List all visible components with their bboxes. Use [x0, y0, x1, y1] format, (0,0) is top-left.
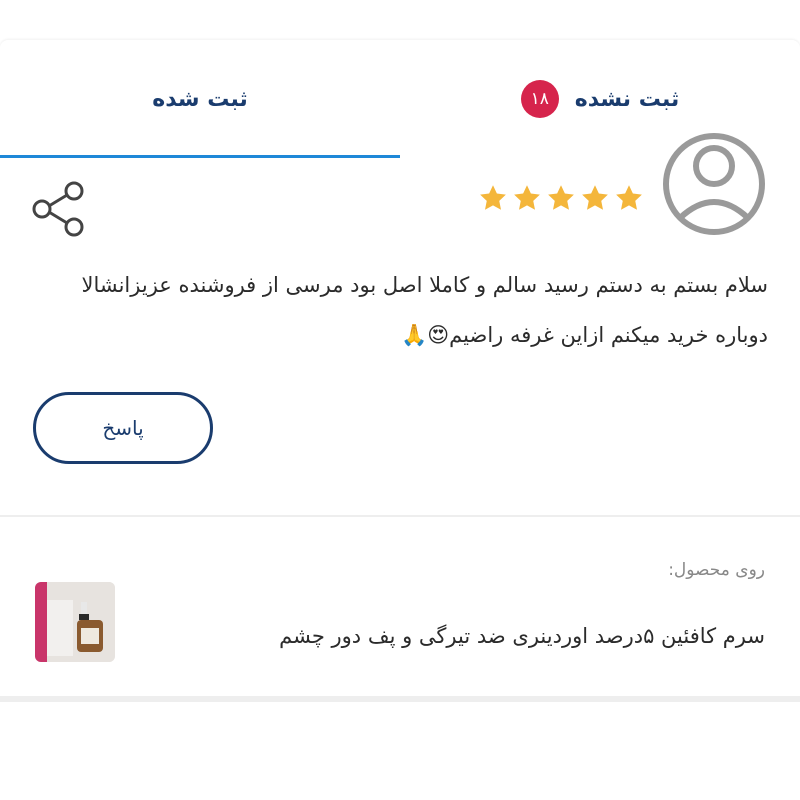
product-name[interactable]: سرم کافئین ۵درصد اوردینری ضد تیرگی و پف … [279, 624, 765, 648]
share-icon[interactable] [30, 180, 88, 238]
star-icon [480, 185, 506, 210]
bottom-separator [0, 696, 800, 702]
tab-unregistered-label: ثبت نشده [574, 86, 680, 112]
review-comment-line-1: سلام بستم به دستم رسید سالم و کاملا اصل … [81, 273, 768, 297]
top-strip [0, 0, 800, 40]
tab-registered-label: ثبت شده [152, 86, 248, 112]
review-comment-line-2: دوباره خرید میکنم ازاین غرفه راضیم😍🙏 [401, 323, 768, 347]
tab-registered[interactable]: ثبت شده [0, 40, 400, 159]
review-comment: سلام بستم به دستم رسید سالم و کاملا اصل … [30, 260, 768, 360]
section-divider [0, 515, 800, 517]
star-icon [514, 185, 540, 210]
unregistered-count-badge: ۱۸ [520, 80, 559, 118]
rating-stars [478, 183, 644, 213]
product-label: روی محصول: [668, 560, 765, 580]
reply-button[interactable]: پاسخ [33, 392, 213, 464]
product-thumbnail[interactable] [35, 582, 115, 662]
star-icon [616, 185, 642, 210]
product-image [35, 582, 115, 662]
user-avatar-icon [663, 133, 765, 235]
star-icon [548, 185, 574, 210]
star-icon [582, 185, 608, 210]
